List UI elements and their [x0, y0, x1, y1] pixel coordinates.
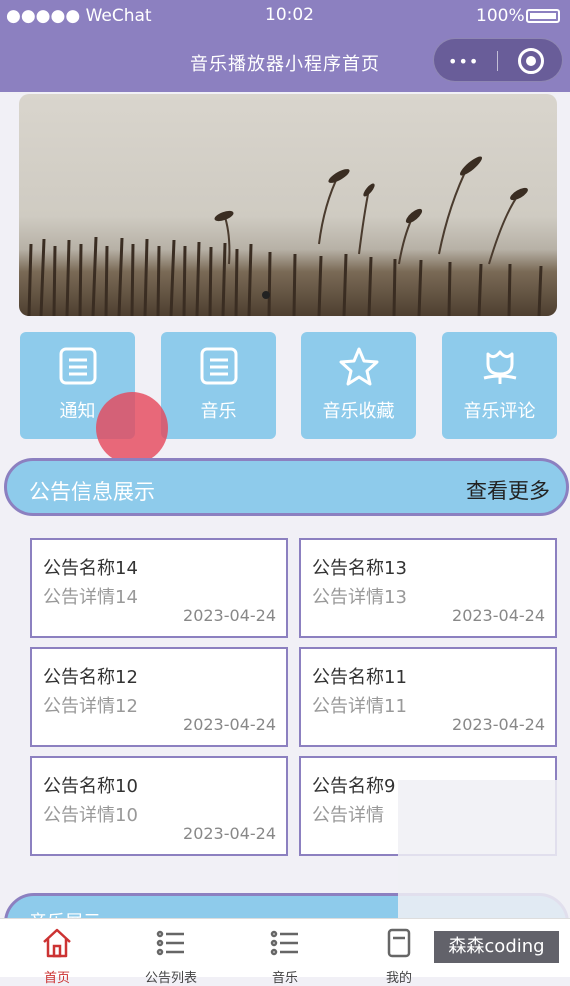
notice-name: 公告名称12 — [43, 667, 138, 688]
carousel-indicator-dot[interactable] — [262, 291, 270, 299]
battery-icon — [526, 9, 560, 23]
nav-bar: 音乐播放器小程序首页 ••• — [0, 30, 570, 92]
notice-section-title: 公告信息展示 — [29, 480, 155, 504]
notice-section-header: 公告信息展示 查看更多 — [4, 458, 569, 516]
banner-image[interactable] — [19, 94, 557, 316]
watermark-overlay — [398, 780, 570, 930]
close-miniprogram-icon[interactable] — [518, 48, 544, 74]
notice-icon — [59, 347, 97, 385]
notice-name: 公告名称13 — [312, 558, 407, 579]
notice-date: 2023-04-24 — [452, 606, 545, 625]
notice-card[interactable]: 公告名称12 公告详情12 2023-04-24 — [30, 647, 288, 747]
miniprogram-capsule: ••• — [433, 38, 563, 82]
notice-name: 公告名称14 — [43, 558, 138, 579]
notice-detail: 公告详情11 — [312, 696, 407, 717]
status-time: 10:02 — [265, 5, 314, 25]
menu-music-button[interactable]: 音乐 — [161, 332, 276, 439]
notice-date: 2023-04-24 — [183, 715, 276, 734]
document-icon — [387, 928, 411, 958]
tab-home-label: 首页 — [43, 971, 70, 986]
notice-name: 公告名称11 — [312, 667, 407, 688]
list-icon — [270, 930, 298, 956]
carrier-label: ●●●●● WeChat — [6, 6, 152, 26]
reeds-fence-illustration — [27, 156, 543, 316]
notice-detail: 公告详情 — [312, 805, 384, 826]
battery-percent: 100% — [476, 6, 525, 26]
menu-favorites-button[interactable]: 音乐收藏 — [301, 332, 416, 439]
tab-music-label: 音乐 — [271, 971, 298, 986]
notice-detail: 公告详情12 — [43, 696, 138, 717]
star-icon — [339, 347, 379, 386]
notice-detail: 公告详情13 — [312, 587, 407, 608]
list-icon — [156, 930, 184, 956]
tab-notice-list-label: 公告列表 — [144, 971, 197, 986]
menu-music-label: 音乐 — [200, 401, 237, 422]
notice-name: 公告名称9 — [312, 776, 396, 797]
notice-date: 2023-04-24 — [452, 715, 545, 734]
menu-favorites-label: 音乐收藏 — [322, 401, 395, 422]
notice-name: 公告名称10 — [43, 776, 138, 797]
notice-detail: 公告详情14 — [43, 587, 138, 608]
notice-card[interactable]: 公告名称10 公告详情10 2023-04-24 — [30, 756, 288, 856]
notice-date: 2023-04-24 — [183, 824, 276, 843]
menu-comments-label: 音乐评论 — [463, 401, 536, 422]
tulip-icon — [483, 350, 517, 384]
music-icon — [200, 347, 238, 385]
notice-card[interactable]: 公告名称14 公告详情14 2023-04-24 — [30, 538, 288, 638]
capsule-divider — [497, 51, 498, 71]
tab-profile-label: 我的 — [385, 971, 412, 986]
touch-indicator — [96, 392, 168, 464]
view-more-link[interactable]: 查看更多 — [466, 475, 550, 505]
tab-home[interactable]: 首页 — [0, 919, 114, 986]
home-icon — [43, 928, 71, 958]
notice-detail: 公告详情10 — [43, 805, 138, 826]
more-menu-icon[interactable]: ••• — [448, 52, 479, 71]
notice-card[interactable]: 公告名称11 公告详情11 2023-04-24 — [299, 647, 557, 747]
notice-card[interactable]: 公告名称13 公告详情13 2023-04-24 — [299, 538, 557, 638]
status-bar: ●●●●● WeChat 10:02 100% — [0, 0, 570, 30]
menu-comments-button[interactable]: 音乐评论 — [442, 332, 557, 439]
watermark-label: 森森coding — [434, 931, 559, 963]
notice-date: 2023-04-24 — [183, 606, 276, 625]
tab-music[interactable]: 音乐 — [228, 919, 342, 986]
tab-notice-list[interactable]: 公告列表 — [114, 919, 228, 986]
